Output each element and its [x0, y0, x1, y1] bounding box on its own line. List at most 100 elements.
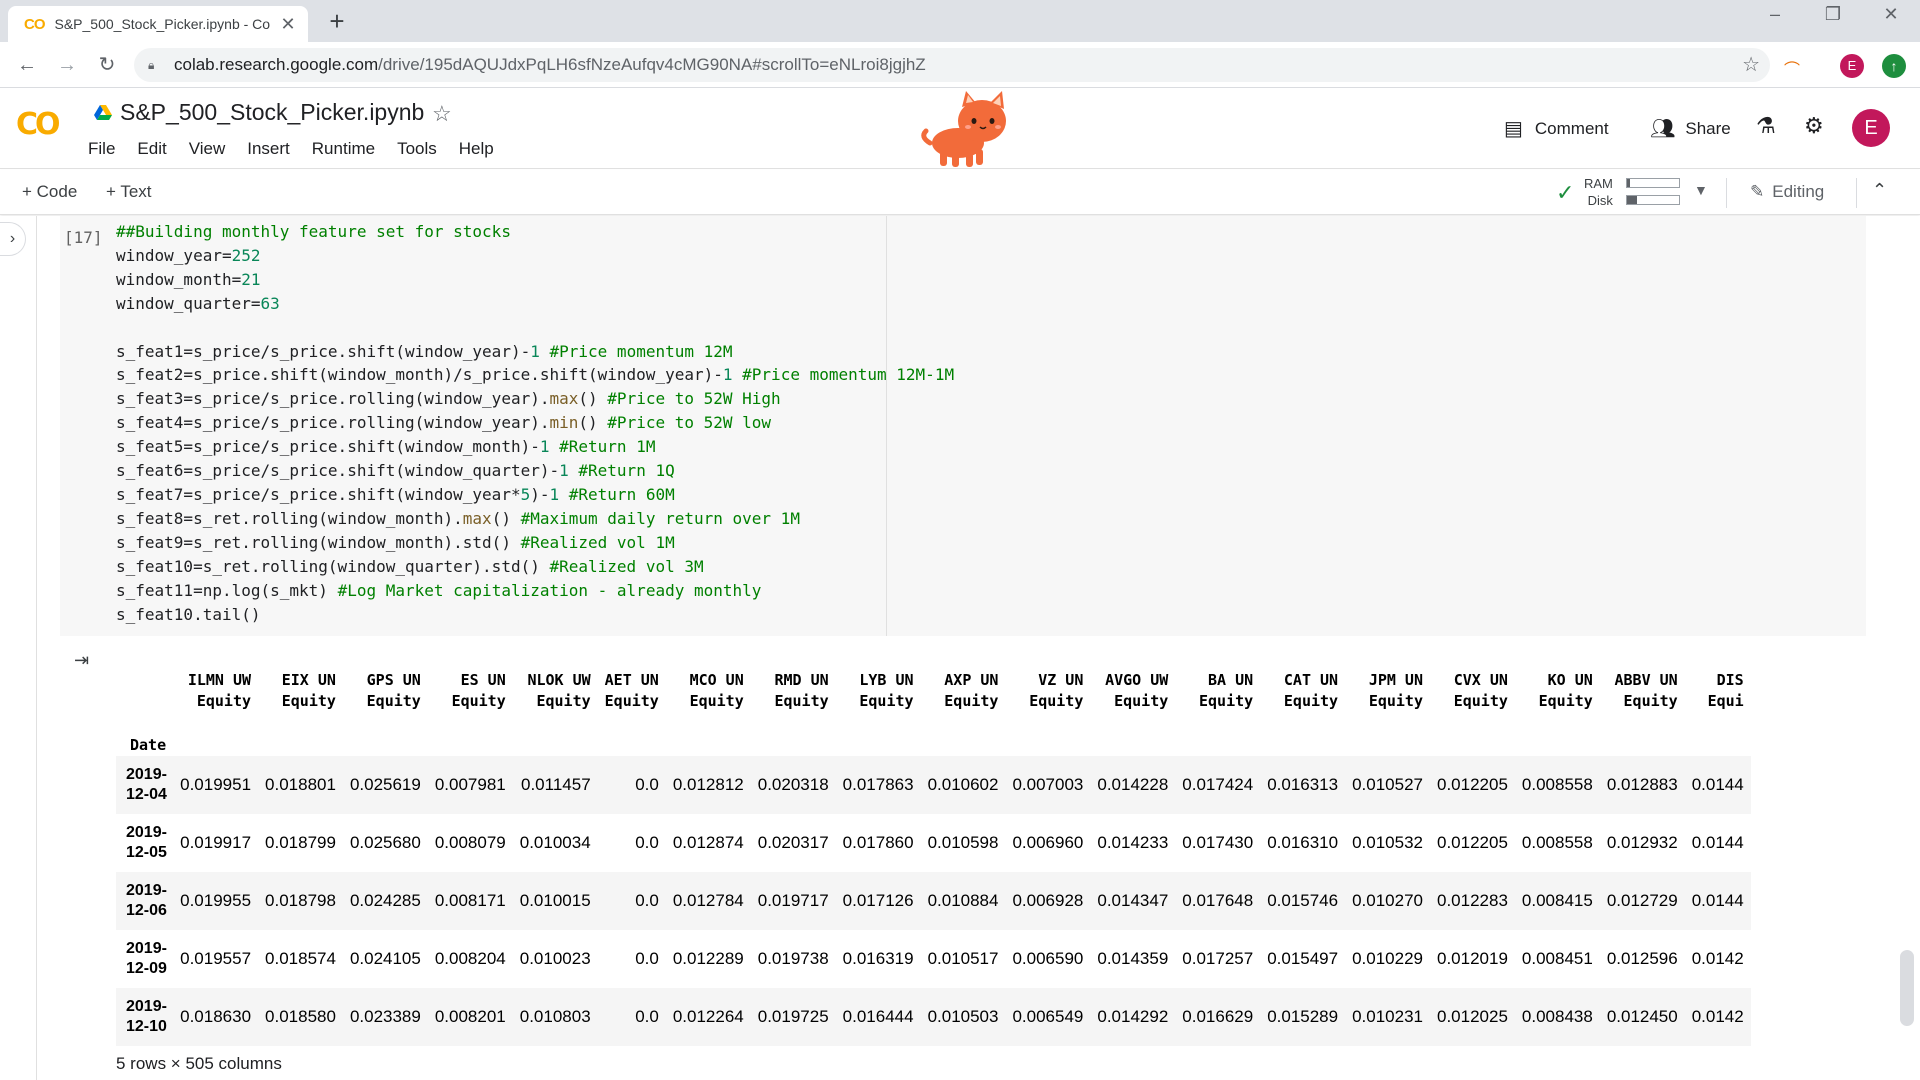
table-cell: 0.018630	[180, 1007, 252, 1026]
resources-dropdown-icon[interactable]: ▼	[1694, 182, 1708, 198]
table-cell: 0.012019	[1437, 949, 1508, 968]
column-header: AXP UN Equity	[921, 660, 1006, 712]
table-cell: 0.024285	[349, 891, 421, 910]
column-header: MCO UN Equity	[666, 660, 751, 712]
code-cell[interactable]: [17] ##Building monthly feature set for …	[60, 216, 1866, 636]
settings-gear-icon[interactable]: ⚙	[1804, 113, 1824, 139]
column-header-ticker: CAT UN	[1283, 671, 1339, 689]
bookmark-star-icon[interactable]: ☆	[1742, 52, 1760, 77]
table-cell: 0.008204	[434, 949, 506, 968]
index-name: Date	[130, 736, 167, 754]
ram-label: RAM	[1584, 176, 1613, 191]
column-header-type: Equity	[281, 692, 336, 710]
row-index-date: 2019- 12-09	[116, 930, 173, 988]
code-editor[interactable]: ##Building monthly feature set for stock…	[116, 220, 954, 626]
restore-icon[interactable]: ❐	[1810, 4, 1856, 25]
table-cell: 0.014233	[1097, 833, 1169, 852]
column-header-ticker: KO UN	[1547, 671, 1593, 689]
menu-help[interactable]: Help	[459, 139, 494, 159]
table-cell: 0.025680	[349, 833, 421, 852]
menu-edit[interactable]: Edit	[137, 139, 166, 159]
column-header-type: Equity	[1368, 692, 1423, 710]
column-header-ticker: CVX UN	[1453, 671, 1508, 689]
menu-insert[interactable]: Insert	[247, 139, 290, 159]
address-bar[interactable]: 🔒︎ colab.research.google.com /drive/195d…	[134, 48, 1770, 82]
column-header-type: Equi	[1707, 692, 1744, 710]
table-cell: 0.019557	[180, 949, 252, 968]
column-header-ticker: LYB UN	[859, 671, 914, 689]
add-text-button[interactable]: + Text	[106, 182, 152, 202]
minimize-icon[interactable]: –	[1752, 4, 1798, 25]
add-code-button[interactable]: + Code	[22, 182, 77, 202]
close-window-icon[interactable]: ✕	[1868, 4, 1914, 25]
colab-logo[interactable]: CO	[16, 107, 60, 142]
table-cell: 0.010527	[1352, 775, 1423, 794]
update-arrow-icon[interactable]: ↑	[1882, 54, 1906, 78]
collapse-header-icon[interactable]: ⌃	[1872, 180, 1887, 201]
table-cell: 0.019951	[180, 775, 252, 794]
column-header-type: Equity	[774, 692, 829, 710]
column-header-ticker: MCO UN	[689, 671, 744, 689]
column-header: VZ UN Equity	[1005, 660, 1090, 712]
column-header-type: Equity	[944, 692, 999, 710]
table-cell: 0.010229	[1352, 949, 1423, 968]
column-header: CAT UN Equity	[1260, 660, 1345, 712]
page-scrollbar[interactable]	[1900, 950, 1914, 1026]
menu-runtime[interactable]: Runtime	[312, 139, 375, 159]
row-index-date: 2019- 12-06	[116, 872, 173, 930]
table-cell: 0.0142	[1691, 1007, 1744, 1026]
menu-view[interactable]: View	[189, 139, 226, 159]
browser-tab[interactable]: CO S&P_500_Stock_Picker.ipynb - Co ✕	[8, 6, 308, 42]
menu-tools[interactable]: Tools	[397, 139, 437, 159]
column-header: AET UN Equity	[598, 660, 666, 712]
table-cell: 0.008438	[1521, 1007, 1593, 1026]
forward-arrow-icon[interactable]: →	[52, 50, 82, 80]
kitty-mascot-icon	[921, 91, 1006, 167]
share-button[interactable]: 👥︎ Share	[1650, 116, 1731, 141]
table-cell: 0.012205	[1437, 833, 1508, 852]
profile-avatar[interactable]: E	[1840, 54, 1864, 78]
disk-label: Disk	[1587, 193, 1613, 208]
notebook-title[interactable]: S&P_500_Stock_Picker.ipynb	[120, 99, 424, 126]
comment-icon: ▤	[1504, 118, 1523, 140]
column-header-type: Equity	[1453, 692, 1508, 710]
resource-labels[interactable]: RAM Disk	[1584, 175, 1613, 209]
table-cell: 0.016319	[842, 949, 914, 968]
column-header: RMD UN Equity	[751, 660, 836, 712]
table-cell: 0.010884	[927, 891, 999, 910]
table-cell: 0.010517	[927, 949, 999, 968]
editing-mode-button[interactable]: ✎ Editing	[1750, 182, 1824, 202]
ram-usage-fill	[1627, 179, 1630, 187]
column-header: KO UN Equity	[1515, 660, 1600, 712]
table-cell: 0.018580	[265, 1007, 336, 1026]
table-cell: 0.008451	[1521, 949, 1593, 968]
column-header-type: Equity	[1114, 692, 1169, 710]
extension-icon[interactable]: ⌒	[1784, 56, 1806, 79]
table-cell: 0.012289	[672, 949, 744, 968]
table-cell: 0.010803	[519, 1007, 591, 1026]
left-panel-divider	[36, 216, 37, 1080]
user-avatar[interactable]: E	[1852, 109, 1890, 147]
comment-button[interactable]: ▤ Comment	[1504, 116, 1609, 141]
table-cell: 0.0	[635, 775, 659, 794]
dataframe-scroll[interactable]: ILMN UW Equity EIX UN Equity GPS UN Equity ES …	[60, 636, 1866, 1056]
column-header-ticker: EIX UN	[281, 671, 336, 689]
new-tab-button[interactable]: +	[322, 6, 352, 37]
back-arrow-icon[interactable]: ←	[12, 50, 42, 80]
close-tab-icon[interactable]: ✕	[278, 14, 298, 35]
table-cell: 0.017863	[842, 775, 914, 794]
browser-tab-strip: CO S&P_500_Stock_Picker.ipynb - Co ✕ + –…	[0, 0, 1920, 42]
date-line-2: 12-06	[126, 902, 167, 919]
star-notebook-icon[interactable]: ☆	[432, 101, 452, 127]
table-cell: 0.015497	[1267, 949, 1339, 968]
reload-icon[interactable]: ↻	[92, 50, 122, 80]
flask-icon[interactable]: ⚗	[1756, 113, 1776, 139]
sidebar-toggle-icon[interactable]: ›	[0, 222, 26, 256]
share-label: Share	[1685, 118, 1731, 138]
table-cell: 0.019955	[180, 891, 252, 910]
table-cell: 0.010503	[927, 1007, 999, 1026]
column-header-type: Equity	[536, 692, 591, 710]
execution-count[interactable]: [17]	[64, 228, 103, 247]
table-cell: 0.018798	[265, 891, 336, 910]
menu-file[interactable]: File	[88, 139, 115, 159]
